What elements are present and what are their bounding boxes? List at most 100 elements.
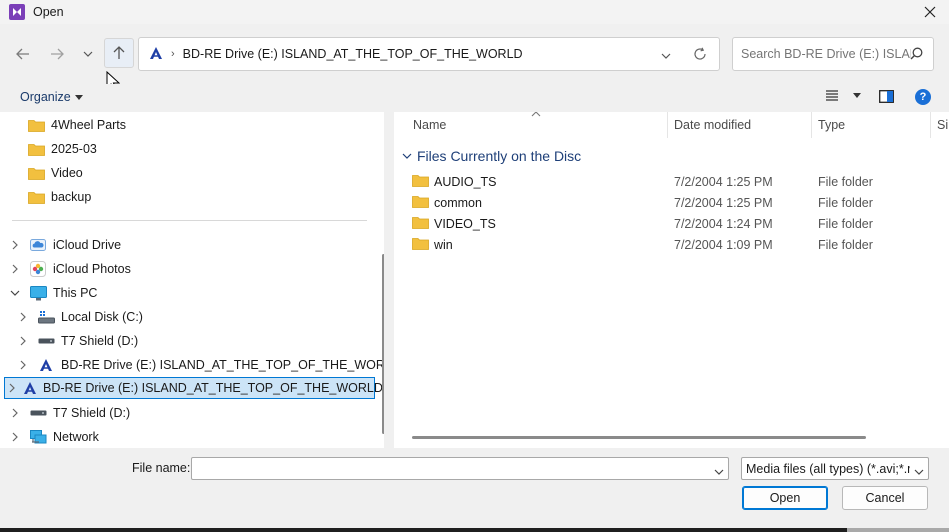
open-button[interactable]: Open <box>742 486 828 510</box>
dialog-footer: File name: Media files (all types) (*.av… <box>0 448 949 532</box>
cancel-button[interactable]: Cancel <box>842 486 928 510</box>
expand-chevron-icon[interactable] <box>9 383 15 393</box>
preview-pane-button[interactable] <box>879 90 894 103</box>
taskbar-edge-light <box>847 528 949 532</box>
collapse-chevron-icon[interactable] <box>9 290 21 296</box>
column-header-name[interactable]: Name <box>413 112 446 138</box>
file-row[interactable]: VIDEO_TS 7/2/2004 1:24 PM File folder <box>412 214 932 234</box>
drive-icon <box>29 405 47 421</box>
column-header-type[interactable]: Type <box>818 112 845 138</box>
folder-icon <box>27 189 45 205</box>
expand-chevron-icon[interactable] <box>17 336 29 346</box>
expand-chevron-icon[interactable] <box>17 312 29 322</box>
expand-chevron-icon[interactable] <box>9 264 21 274</box>
tree-item-video[interactable]: Video <box>27 162 83 184</box>
tree-item-network[interactable]: Network <box>9 426 99 448</box>
arrow-up-icon <box>113 46 125 59</box>
file-name-dropdown-button[interactable] <box>714 464 724 478</box>
title-bar: Open <box>0 0 949 24</box>
address-dropdown-button[interactable] <box>661 48 671 62</box>
search-box[interactable] <box>732 37 934 71</box>
tree-item-backup[interactable]: backup <box>27 186 91 208</box>
horizontal-scrollbar[interactable] <box>412 436 866 439</box>
tree-item-local-disk-c[interactable]: Local Disk (C:) <box>17 306 143 328</box>
address-bar[interactable]: › BD-RE Drive (E:) ISLAND_AT_THE_TOP_OF_… <box>138 37 720 71</box>
tree-item-bd-re-drive-e-selected[interactable]: BD-RE Drive (E:) ISLAND_AT_THE_TOP_OF_TH… <box>4 377 383 399</box>
disc-drive-icon <box>149 46 163 63</box>
arrow-right-icon <box>51 48 64 60</box>
tree-item-label: Video <box>51 166 83 180</box>
close-button[interactable] <box>921 3 939 21</box>
sort-ascending-icon <box>531 112 541 117</box>
icloud-icon <box>29 237 47 253</box>
column-divider[interactable] <box>667 112 668 138</box>
file-type: File folder <box>818 175 873 189</box>
tree-item-icloud-drive[interactable]: iCloud Drive <box>9 234 121 256</box>
search-icon[interactable] <box>910 47 923 63</box>
file-type: File folder <box>818 217 873 231</box>
tree-item-label: BD-RE Drive (E:) ISLAND_AT_THE_TOP_OF_TH… <box>61 358 384 372</box>
caret-down-icon <box>853 92 861 98</box>
tree-item-t7-shield-d-root[interactable]: T7 Shield (D:) <box>9 402 130 424</box>
column-divider[interactable] <box>811 112 812 138</box>
file-date: 7/2/2004 1:25 PM <box>674 175 773 189</box>
folder-icon <box>412 195 429 211</box>
file-name-combobox[interactable] <box>191 457 729 480</box>
file-row[interactable]: common 7/2/2004 1:25 PM File folder <box>412 193 932 213</box>
window-title: Open <box>33 5 64 19</box>
filter-dropdown-button[interactable] <box>910 464 924 478</box>
column-divider[interactable] <box>930 112 931 138</box>
tree-item-label: iCloud Photos <box>53 262 131 276</box>
column-header-size[interactable]: Si <box>937 112 948 138</box>
preview-pane-icon <box>879 90 894 103</box>
back-button[interactable] <box>11 42 35 66</box>
tree-item-label: BD-RE Drive (E:) ISLAND_AT_THE_TOP_OF_TH… <box>43 381 383 395</box>
organize-menu-button[interactable]: Organize <box>20 90 83 104</box>
file-row[interactable]: win 7/2/2004 1:09 PM File folder <box>412 235 932 255</box>
tree-item-label: Network <box>53 430 99 444</box>
tree-item-icloud-photos[interactable]: iCloud Photos <box>9 258 131 280</box>
tree-item-label: T7 Shield (D:) <box>53 406 131 420</box>
recent-locations-button[interactable] <box>76 42 100 66</box>
file-name-input[interactable] <box>196 458 706 479</box>
file-date: 7/2/2004 1:25 PM <box>674 196 773 210</box>
tree-item-label: 4Wheel Parts <box>51 118 127 132</box>
close-icon <box>924 6 936 18</box>
tree-item-4wheel-parts[interactable]: 4Wheel Parts <box>27 114 126 136</box>
command-bar: Organize ? <box>0 84 949 112</box>
file-type-filter-value: Media files (all types) (*.avi;*.m <box>746 461 918 476</box>
file-name: common <box>434 196 482 210</box>
pane-splitter[interactable] <box>384 112 394 448</box>
chevron-down-icon <box>83 51 93 57</box>
search-input[interactable] <box>741 47 911 61</box>
forward-button[interactable] <box>45 42 69 66</box>
expand-chevron-icon[interactable] <box>17 360 29 370</box>
tree-item-t7-shield-d[interactable]: T7 Shield (D:) <box>17 330 138 352</box>
drive-icon <box>37 333 55 349</box>
arrow-left-icon <box>16 48 29 60</box>
file-name-label: File name: <box>132 461 191 475</box>
refresh-button[interactable] <box>693 47 707 64</box>
file-name: VIDEO_TS <box>434 217 496 231</box>
navigation-bar: › BD-RE Drive (E:) ISLAND_AT_THE_TOP_OF_… <box>0 24 949 92</box>
tree-item-bd-re-drive-e[interactable]: BD-RE Drive (E:) ISLAND_AT_THE_TOP_OF_TH… <box>17 354 384 376</box>
group-header[interactable]: Files Currently on the Disc <box>402 148 581 164</box>
tree-item-this-pc[interactable]: This PC <box>9 282 97 304</box>
help-button[interactable]: ? <box>915 89 931 105</box>
folder-icon <box>412 237 429 253</box>
tree-item-2025-03[interactable]: 2025-03 <box>27 138 97 160</box>
local-disk-icon <box>37 309 55 325</box>
expand-chevron-icon[interactable] <box>9 432 21 442</box>
tree-item-label: 2025-03 <box>51 142 97 156</box>
caret-down-icon <box>74 94 83 100</box>
folder-icon <box>27 165 45 181</box>
up-button[interactable] <box>104 38 134 68</box>
column-header-date-modified[interactable]: Date modified <box>674 112 751 138</box>
expand-chevron-icon[interactable] <box>9 240 21 250</box>
expand-chevron-icon[interactable] <box>9 408 21 418</box>
tree-item-label: iCloud Drive <box>53 238 122 252</box>
file-row[interactable]: AUDIO_TS 7/2/2004 1:25 PM File folder <box>412 172 932 192</box>
change-view-button[interactable] <box>825 89 861 101</box>
file-type-filter-select[interactable]: Media files (all types) (*.avi;*.m <box>741 457 929 480</box>
breadcrumb-path[interactable]: BD-RE Drive (E:) ISLAND_AT_THE_TOP_OF_TH… <box>183 47 523 61</box>
